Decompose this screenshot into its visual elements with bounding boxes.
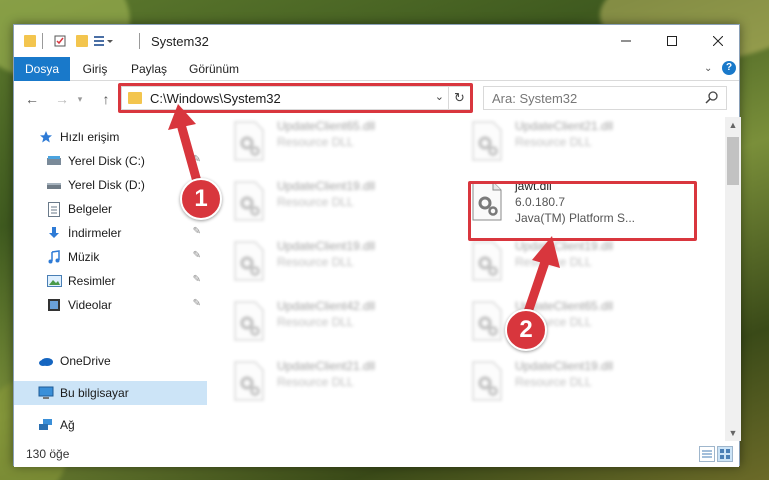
step-badge-2: 2 [505,309,547,351]
annotation-arrows [168,104,560,317]
step-badge-1: 1 [180,178,222,220]
arrow-2 [523,236,560,317]
arrow-1 [168,104,203,190]
